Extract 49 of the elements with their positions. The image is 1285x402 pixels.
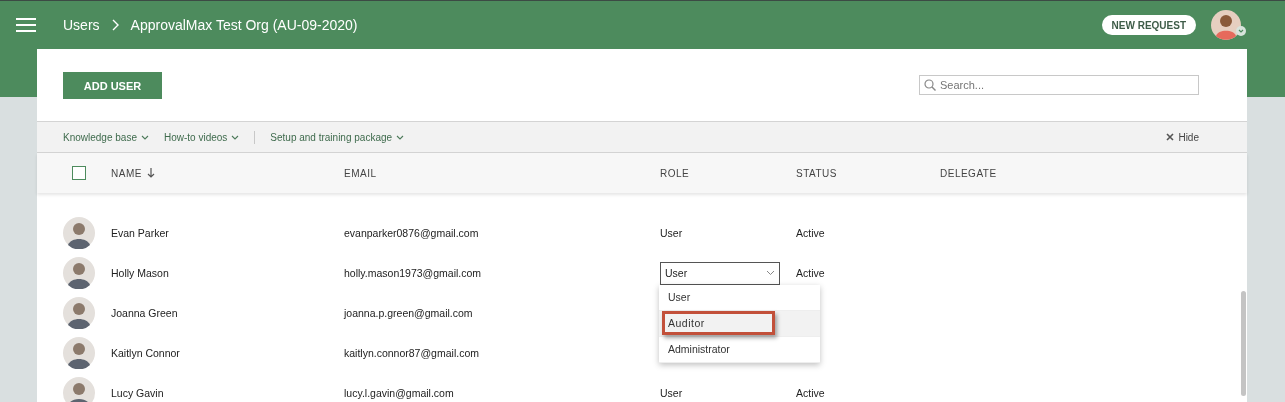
column-header[interactable]: NAME xyxy=(111,167,142,179)
user-email: lucy.l.gavin@gmail.com xyxy=(344,387,455,399)
user-name: Holly Mason xyxy=(111,267,170,279)
avatar-icon xyxy=(63,257,95,289)
search-field[interactable]: Search... xyxy=(919,75,1199,95)
breadcrumb-item[interactable]: Users xyxy=(63,17,100,33)
user-name: Evan Parker xyxy=(111,227,170,239)
user-name: Lucy Gavin xyxy=(111,387,165,399)
avatar-icon xyxy=(63,217,95,249)
chevron-down-icon xyxy=(766,270,775,276)
user-status: Active xyxy=(796,387,825,399)
user-name: Joanna Green xyxy=(111,307,179,319)
breadcrumb-item: ApprovalMax Test Org (AU-09-2020) xyxy=(130,17,358,33)
help-link[interactable]: Knowledge base xyxy=(63,131,149,143)
column-header[interactable]: DELEGATE xyxy=(940,167,997,179)
menu-icon[interactable] xyxy=(16,18,36,32)
add-user-button[interactable]: ADD USER xyxy=(63,72,162,99)
chevron-down-icon xyxy=(396,134,405,140)
avatar-icon xyxy=(63,297,95,329)
chevron-down-icon xyxy=(140,134,149,140)
user-email: holly.mason1973@gmail.com xyxy=(344,267,483,279)
avatar-icon xyxy=(63,377,95,402)
role-option[interactable]: User xyxy=(659,284,820,311)
select-all-checkbox[interactable] xyxy=(72,166,86,180)
user-name: Kaitlyn Connor xyxy=(111,347,181,359)
help-link[interactable]: How-to videos xyxy=(163,131,240,143)
user-role: User xyxy=(660,227,683,239)
column-header[interactable]: EMAIL xyxy=(344,167,377,179)
user-email: joanna.p.green@gmail.com xyxy=(344,307,474,319)
column-header[interactable]: ROLE xyxy=(660,167,690,179)
new-request-button[interactable]: NEW REQUEST xyxy=(1101,15,1196,35)
hide-link[interactable]: Hide xyxy=(1166,131,1199,143)
avatar-icon[interactable] xyxy=(1211,9,1247,41)
search-icon xyxy=(924,79,936,91)
column-header[interactable]: STATUS xyxy=(796,167,837,179)
user-status: Active xyxy=(796,227,825,239)
chevron-down-icon xyxy=(231,134,240,140)
user-email: kaitlyn.connor87@gmail.com xyxy=(344,347,480,359)
role-option[interactable]: Auditor xyxy=(659,310,820,337)
scrollbar[interactable] xyxy=(1241,291,1246,396)
role-select[interactable]: User xyxy=(660,261,780,285)
user-status: Active xyxy=(796,267,825,279)
close-icon xyxy=(1166,133,1175,141)
chevron-right-icon xyxy=(111,19,119,31)
help-link[interactable]: Setup and training package xyxy=(270,131,405,143)
user-role: User xyxy=(660,387,683,399)
role-option[interactable]: Administrator xyxy=(659,336,820,363)
avatar-icon xyxy=(63,337,95,369)
user-email: evanparker0876@gmail.com xyxy=(344,227,480,239)
